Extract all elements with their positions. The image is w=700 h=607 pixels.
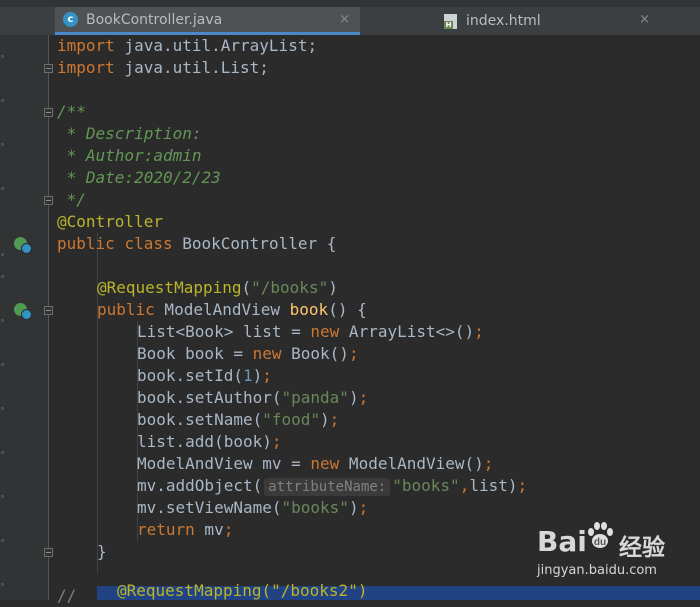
- code-line-addobject: mv.addObject(attributeName: "books",list)…: [137, 476, 528, 496]
- watermark-jingyan-text: 经验: [619, 535, 665, 561]
- watermark-logo-text: Bai: [537, 525, 587, 558]
- selected-text-highlight[interactable]: @RequestMapping("/books2"): [97, 581, 700, 600]
- fold-toggle-icon[interactable]: [44, 548, 53, 557]
- code-line-1: import java.util.ArrayList;: [57, 36, 318, 55]
- code-line-modelandview: ModelAndView mv = new ModelAndView();: [137, 454, 494, 473]
- code-line-setviewname: mv.setViewName("books");: [137, 498, 369, 517]
- close-tab-icon[interactable]: ×: [639, 12, 650, 27]
- tab-label: BookController.java: [86, 11, 223, 28]
- tab-bar-top-strip: [0, 0, 700, 7]
- tab-index-html[interactable]: H index.html ×: [360, 7, 660, 35]
- tab-label: index.html: [466, 13, 541, 29]
- code-line-2: import java.util.List;: [57, 58, 269, 77]
- request-mapping-annotation: @RequestMapping("/books"): [97, 278, 338, 297]
- class-declaration: public class BookController {: [57, 234, 337, 253]
- method-close-brace: }: [97, 542, 107, 561]
- code-line-list: List<Book> list = new ArrayList<>();: [137, 322, 484, 341]
- svg-text:du: du: [594, 537, 606, 548]
- code-line-listadd: list.add(book);: [137, 432, 282, 451]
- commented-line: //: [57, 586, 77, 605]
- watermark-url: jingyan.baidu.com: [537, 563, 657, 578]
- doc-comment-open: /**: [57, 102, 86, 121]
- baidu-jingyan-watermark: Bai du 经验 jingyan.baidu.com: [537, 520, 697, 582]
- code-line-book: Book book = new Book();: [137, 344, 359, 363]
- html-file-icon: H: [444, 13, 458, 29]
- tab-bookcontroller-java[interactable]: c BookController.java ×: [55, 7, 360, 35]
- selected-request-mapping: @RequestMapping("/books2"): [117, 581, 368, 600]
- close-tab-icon[interactable]: ×: [339, 12, 350, 27]
- fold-toggle-icon[interactable]: [44, 108, 53, 117]
- code-line-return: return mv;: [137, 520, 234, 539]
- spring-bean-class-icon[interactable]: [14, 237, 32, 254]
- spring-request-mapping-icon[interactable]: [14, 303, 32, 320]
- controller-annotation: @Controller: [57, 212, 163, 231]
- method-declaration: public ModelAndView book() {: [97, 300, 367, 319]
- java-class-icon: c: [63, 12, 78, 27]
- doc-comment-close: */: [57, 190, 86, 209]
- code-line-setname: book.setName("food");: [137, 410, 340, 429]
- fold-toggle-icon[interactable]: [44, 64, 53, 73]
- doc-comment-author: * Author:admin: [57, 146, 202, 165]
- paw-logo-icon: du: [588, 522, 613, 548]
- code-line-setauthor: book.setAuthor("panda");: [137, 388, 369, 407]
- parameter-hint: attributeName:: [264, 478, 391, 496]
- editor-tab-bar: c BookController.java × H index.html ×: [0, 0, 700, 35]
- fold-toggle-icon[interactable]: [44, 306, 53, 315]
- doc-comment-description: * Description:: [57, 124, 202, 143]
- code-line-setid: book.setId(1);: [137, 366, 272, 385]
- fold-toggle-icon[interactable]: [44, 196, 53, 205]
- doc-comment-date: * Date:2020/2/23: [57, 168, 221, 187]
